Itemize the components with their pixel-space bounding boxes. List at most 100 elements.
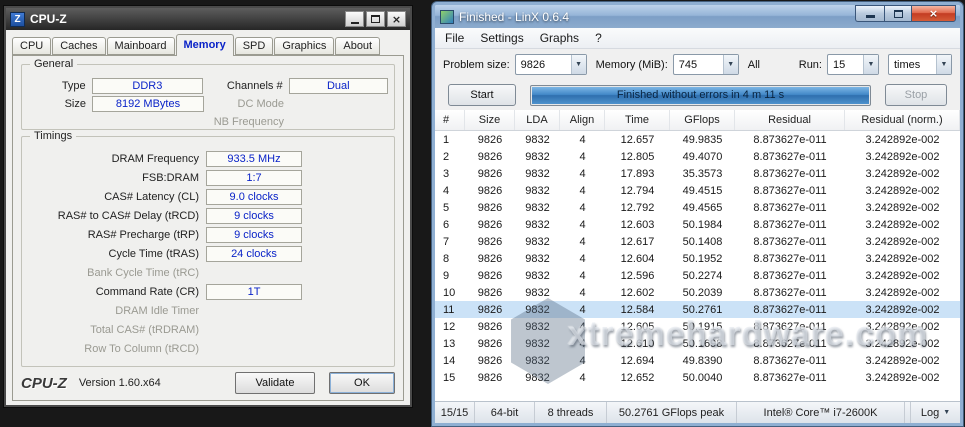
menu-settings[interactable]: Settings — [472, 29, 531, 47]
table-cell: 3.242892e-002 — [845, 352, 960, 369]
table-row[interactable]: 998269832412.59650.22748.873627e-0113.24… — [435, 267, 960, 284]
table-cell: 9832 — [515, 284, 560, 301]
table-cell: 3.242892e-002 — [845, 335, 960, 352]
column-header[interactable]: # — [435, 110, 465, 130]
column-header[interactable]: LDA — [515, 110, 560, 130]
table-cell: 4 — [560, 335, 605, 352]
memory-select[interactable]: 745 ▼ — [673, 54, 739, 75]
table-cell: 9832 — [515, 131, 560, 148]
table-cell: 8.873627e-011 — [735, 165, 845, 182]
timing-row: Row To Column (tRCD) — [28, 339, 388, 358]
tab-about[interactable]: About — [335, 37, 380, 55]
nb-frequency-label: NB Frequency — [204, 116, 290, 128]
table-cell: 50.1984 — [670, 216, 735, 233]
table-cell: 11 — [435, 301, 465, 318]
memory-type-value: DDR3 — [92, 78, 203, 94]
table-row[interactable]: 1098269832412.60250.20398.873627e-0113.2… — [435, 284, 960, 301]
table-row[interactable]: 1298269832412.60550.19158.873627e-0113.2… — [435, 318, 960, 335]
table-cell: 13 — [435, 335, 465, 352]
desktop-background: { "colors": { "cpuz-value": "#0a23c8", "… — [0, 0, 965, 427]
tab-memory[interactable]: Memory — [176, 34, 234, 56]
table-row[interactable]: 1498269832412.69449.83908.873627e-0113.2… — [435, 352, 960, 369]
table-cell: 9826 — [465, 352, 515, 369]
table-cell: 9826 — [465, 199, 515, 216]
table-row[interactable]: 898269832412.60450.19528.873627e-0113.24… — [435, 250, 960, 267]
run-count-select[interactable]: 15 ▼ — [827, 54, 879, 75]
table-cell: 9826 — [465, 233, 515, 250]
run-count-value: 15 — [828, 59, 863, 71]
table-cell: 12.596 — [605, 267, 670, 284]
table-row[interactable]: 1398269832412.61050.16988.873627e-0113.2… — [435, 335, 960, 352]
table-row[interactable]: 598269832412.79249.45658.873627e-0113.24… — [435, 199, 960, 216]
column-header[interactable]: Time — [605, 110, 670, 130]
memory-size-value: 8192 MBytes — [92, 96, 204, 112]
linx-titlebar[interactable]: Finished - LinX 0.6.4 × — [435, 5, 960, 28]
table-cell: 4 — [560, 148, 605, 165]
timing-row: CAS# Latency (CL)9.0 clocks — [28, 187, 388, 206]
table-row[interactable]: 798269832412.61750.14088.873627e-0113.24… — [435, 233, 960, 250]
tab-cpu[interactable]: CPU — [12, 37, 51, 55]
timing-row: FSB:DRAM1:7 — [28, 168, 388, 187]
table-cell: 49.8390 — [670, 352, 735, 369]
table-cell: 8 — [435, 250, 465, 267]
linx-minimize-button[interactable] — [855, 5, 884, 22]
table-cell: 9826 — [465, 182, 515, 199]
table-cell: 35.3573 — [670, 165, 735, 182]
table-cell: 4 — [560, 318, 605, 335]
run-label: Run: — [799, 59, 822, 71]
log-dropdown[interactable]: Log▼ — [910, 402, 960, 423]
table-row[interactable]: 298269832412.80549.40708.873627e-0113.24… — [435, 148, 960, 165]
cpuz-tab-bar: CPUCachesMainboardMemorySPDGraphicsAbout — [12, 34, 404, 55]
chevron-down-icon: ▼ — [943, 409, 950, 416]
cpuz-titlebar[interactable]: Z CPU-Z × — [6, 8, 410, 30]
table-row[interactable]: 698269832412.60350.19848.873627e-0113.24… — [435, 216, 960, 233]
tab-caches[interactable]: Caches — [52, 37, 105, 55]
tab-mainboard[interactable]: Mainboard — [107, 37, 175, 55]
problem-size-select[interactable]: 9826 ▼ — [515, 54, 587, 75]
column-header[interactable]: Align — [560, 110, 605, 130]
table-cell: 4 — [560, 267, 605, 284]
table-cell: 8.873627e-011 — [735, 250, 845, 267]
table-cell: 12.610 — [605, 335, 670, 352]
start-button[interactable]: Start — [448, 84, 516, 106]
status-pane: 15/15 — [435, 402, 475, 423]
linx-close-button[interactable]: × — [911, 5, 956, 22]
cpuz-close-button[interactable]: × — [387, 11, 406, 27]
run-unit-select[interactable]: times ▼ — [888, 54, 952, 75]
table-cell: 9832 — [515, 267, 560, 284]
timing-label: RAS# Precharge (tRP) — [28, 229, 206, 241]
stop-button[interactable]: Stop — [885, 84, 947, 106]
table-row[interactable]: 1198269832412.58450.27618.873627e-0113.2… — [435, 301, 960, 318]
table-cell: 9826 — [465, 131, 515, 148]
table-cell: 9832 — [515, 301, 560, 318]
cpuz-app-icon: Z — [10, 12, 25, 27]
table-cell: 49.4515 — [670, 182, 735, 199]
linx-maximize-button[interactable] — [884, 5, 911, 22]
timing-row: Cycle Time (tRAS)24 clocks — [28, 244, 388, 263]
tab-spd[interactable]: SPD — [235, 37, 274, 55]
menu-graphs[interactable]: Graphs — [532, 29, 587, 47]
menu-help[interactable]: ? — [587, 29, 610, 47]
column-header[interactable]: Residual (norm.) — [845, 110, 960, 130]
all-label: All — [748, 59, 760, 71]
table-row[interactable]: 1598269832412.65250.00408.873627e-0113.2… — [435, 369, 960, 386]
table-cell: 8.873627e-011 — [735, 369, 845, 386]
column-header[interactable]: Size — [465, 110, 515, 130]
cpuz-minimize-button[interactable] — [345, 11, 364, 27]
linx-app-icon — [440, 10, 454, 24]
table-cell: 50.2039 — [670, 284, 735, 301]
timing-label: CAS# Latency (CL) — [28, 191, 206, 203]
table-row[interactable]: 398269832417.89335.35738.873627e-0113.24… — [435, 165, 960, 182]
column-header[interactable]: Residual — [735, 110, 845, 130]
table-cell: 3.242892e-002 — [845, 267, 960, 284]
table-row[interactable]: 198269832412.65749.98358.873627e-0113.24… — [435, 131, 960, 148]
timing-value: 24 clocks — [206, 246, 302, 262]
tab-graphics[interactable]: Graphics — [274, 37, 334, 55]
validate-button[interactable]: Validate — [235, 372, 315, 394]
ok-button[interactable]: OK — [329, 372, 395, 394]
table-cell: 4 — [560, 352, 605, 369]
cpuz-maximize-button[interactable] — [366, 11, 385, 27]
column-header[interactable]: GFlops — [670, 110, 735, 130]
table-row[interactable]: 498269832412.79449.45158.873627e-0113.24… — [435, 182, 960, 199]
menu-file[interactable]: File — [437, 29, 472, 47]
